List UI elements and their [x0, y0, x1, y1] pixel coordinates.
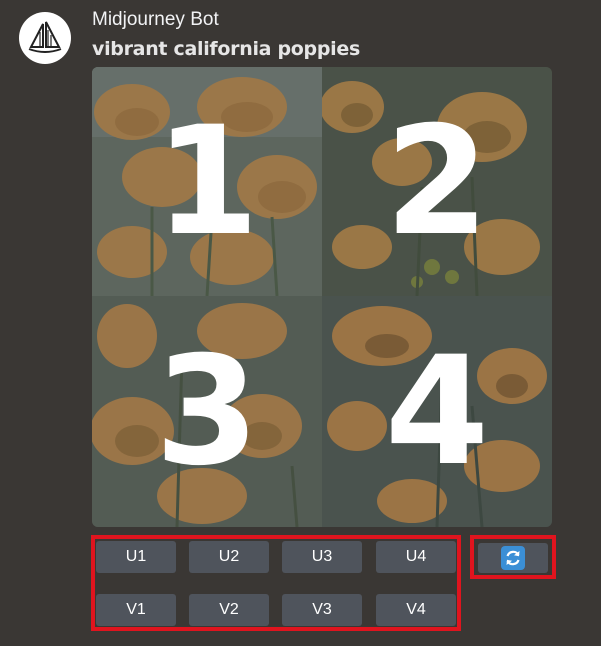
variation-1-button[interactable]: V1: [96, 594, 176, 626]
tile-number: 4: [384, 324, 490, 499]
sailboat-icon: [28, 21, 62, 53]
image-tile-1[interactable]: 1: [92, 67, 322, 296]
prompt-text: vibrant california poppies: [92, 38, 360, 60]
bot-avatar[interactable]: [19, 12, 71, 64]
upscale-3-button[interactable]: U3: [282, 541, 362, 573]
refresh-icon: [501, 546, 525, 570]
upscale-1-button[interactable]: U1: [96, 541, 176, 573]
variation-2-button[interactable]: V2: [189, 594, 269, 626]
tile-number: 3: [154, 324, 260, 499]
tile-number: 2: [384, 94, 490, 269]
upscale-4-button[interactable]: U4: [376, 541, 456, 573]
image-grid[interactable]: 1 2 3 4: [92, 67, 552, 527]
variation-3-button[interactable]: V3: [282, 594, 362, 626]
image-tile-4[interactable]: 4: [322, 296, 552, 527]
image-tile-3[interactable]: 3: [92, 296, 322, 527]
upscale-2-button[interactable]: U2: [189, 541, 269, 573]
reroll-button[interactable]: [478, 543, 548, 573]
variation-4-button[interactable]: V4: [376, 594, 456, 626]
tile-number: 1: [154, 94, 260, 269]
author-name[interactable]: Midjourney Bot: [92, 9, 219, 31]
image-tile-2[interactable]: 2: [322, 67, 552, 296]
